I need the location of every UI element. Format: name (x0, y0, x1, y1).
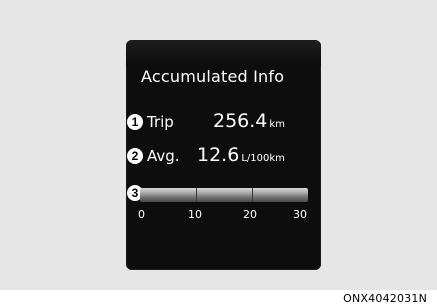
trip-label: Trip (147, 113, 174, 131)
gauge-tick-0: 0 (138, 208, 145, 221)
avg-value: 12.6 (197, 144, 240, 166)
trip-value-group: 256.4 km (213, 110, 285, 132)
avg-unit: L/100km (241, 153, 285, 164)
fuel-gauge-bar (140, 188, 308, 202)
avg-value-group: 12.6 L/100km (197, 144, 285, 166)
trip-unit: km (269, 119, 285, 130)
illustration-background: Accumulated Info 1 Trip 256.4 km 2 Avg. 1… (0, 0, 437, 290)
callout-badge-2: 2 (127, 148, 143, 164)
trip-value: 256.4 (213, 110, 268, 132)
display-title: Accumulated Info (141, 67, 285, 86)
gauge-tick-20: 20 (243, 208, 257, 221)
figure-code: ONX4042031N (343, 292, 427, 305)
gauge-segment-divider (196, 188, 197, 202)
cluster-display: Accumulated Info 1 Trip 256.4 km 2 Avg. 1… (126, 40, 321, 270)
gauge-tick-30: 30 (293, 208, 307, 221)
callout-badge-1: 1 (127, 114, 143, 130)
gauge-segment-divider (252, 188, 253, 202)
gauge-tick-10: 10 (188, 208, 202, 221)
avg-label: Avg. (147, 147, 180, 165)
